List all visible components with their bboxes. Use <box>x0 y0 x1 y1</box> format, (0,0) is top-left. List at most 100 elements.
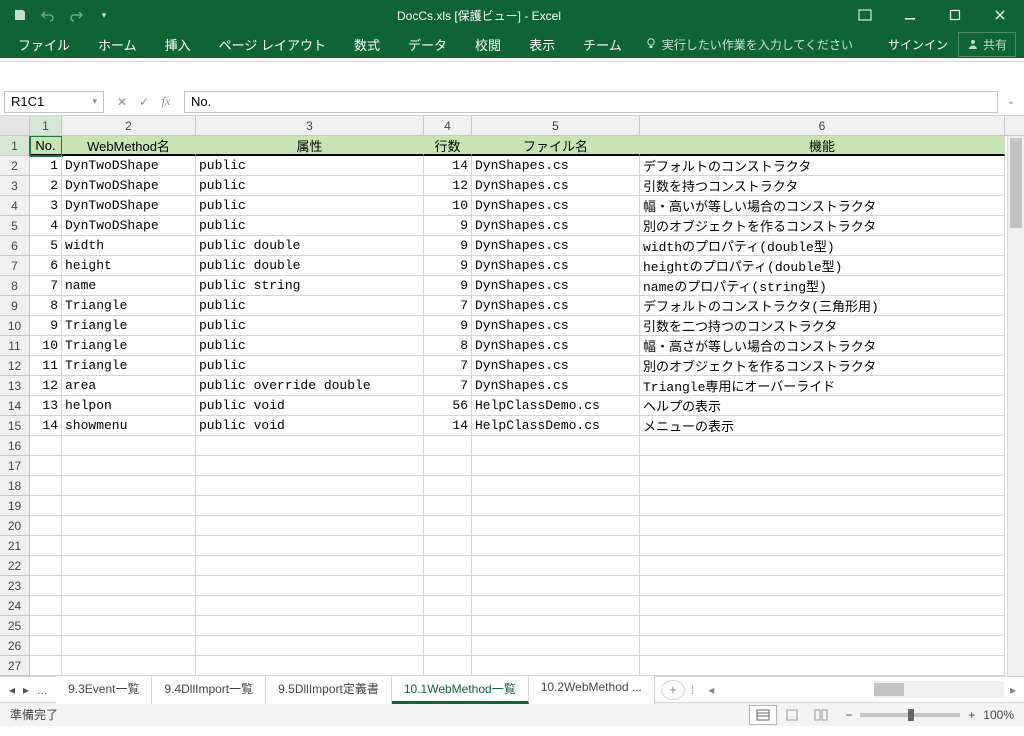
cell[interactable]: Triangle <box>62 356 196 376</box>
cell[interactable] <box>424 536 472 556</box>
cell[interactable] <box>30 616 62 636</box>
cell[interactable]: 11 <box>30 356 62 376</box>
row-header[interactable]: 6 <box>0 236 30 256</box>
cell[interactable] <box>424 516 472 536</box>
sheet-tab[interactable]: 10.1WebMethod一覧 <box>392 676 529 704</box>
share-button[interactable]: 共有 <box>958 32 1016 57</box>
cell[interactable]: HelpClassDemo.cs <box>472 396 640 416</box>
cell[interactable] <box>640 516 1005 536</box>
cell[interactable] <box>640 556 1005 576</box>
cell[interactable]: DynTwoDShape <box>62 176 196 196</box>
zoom-slider[interactable] <box>860 713 960 717</box>
row-header[interactable]: 17 <box>0 456 30 476</box>
cell[interactable] <box>472 576 640 596</box>
cell[interactable] <box>640 636 1005 656</box>
cell[interactable]: Triangle専用にオーバーライド <box>640 376 1005 396</box>
cell[interactable]: public <box>196 296 424 316</box>
expand-formula-bar-icon[interactable]: ⌄ <box>1002 96 1020 107</box>
cell[interactable]: DynShapes.cs <box>472 236 640 256</box>
row-header[interactable]: 25 <box>0 616 30 636</box>
sheet-next-icon[interactable]: ▸ <box>20 681 32 699</box>
cell[interactable] <box>62 656 196 676</box>
page-break-view-icon[interactable] <box>807 705 835 725</box>
cell[interactable] <box>424 656 472 676</box>
cell[interactable]: public <box>196 316 424 336</box>
row-header[interactable]: 9 <box>0 296 30 316</box>
cell[interactable] <box>424 616 472 636</box>
horizontal-scrollbar[interactable]: ◂ ▸ <box>700 681 1024 698</box>
cell[interactable]: widthのプロパティ(double型) <box>640 236 1005 256</box>
cell[interactable]: 9 <box>424 316 472 336</box>
cell[interactable] <box>196 496 424 516</box>
cell[interactable] <box>62 636 196 656</box>
row-header[interactable]: 26 <box>0 636 30 656</box>
cell[interactable] <box>424 456 472 476</box>
ribbon-tab[interactable]: 挿入 <box>151 30 205 58</box>
cell[interactable]: HelpClassDemo.cs <box>472 416 640 436</box>
cell[interactable]: area <box>62 376 196 396</box>
cell[interactable]: 4 <box>30 216 62 236</box>
row-header[interactable]: 14 <box>0 396 30 416</box>
cell[interactable] <box>640 476 1005 496</box>
cell[interactable]: 幅・高いが等しい場合のコンストラクタ <box>640 196 1005 216</box>
cell[interactable]: showmenu <box>62 416 196 436</box>
sheet-tab[interactable]: 10.2WebMethod ... <box>529 676 655 704</box>
cell[interactable] <box>62 616 196 636</box>
ribbon-tab[interactable]: 表示 <box>515 30 569 58</box>
cell[interactable]: 7 <box>424 356 472 376</box>
sheet-tab[interactable]: 9.3Event一覧 <box>56 676 152 704</box>
cell[interactable] <box>62 436 196 456</box>
column-header[interactable]: 5 <box>472 116 640 135</box>
cell[interactable]: DynShapes.cs <box>472 296 640 316</box>
cell[interactable]: Triangle <box>62 296 196 316</box>
cell[interactable]: DynShapes.cs <box>472 216 640 236</box>
cell[interactable]: public <box>196 336 424 356</box>
cancel-formula-icon[interactable]: ✕ <box>112 92 132 112</box>
cell[interactable] <box>196 636 424 656</box>
cell[interactable] <box>472 476 640 496</box>
cell[interactable]: デフォルトのコンストラクタ <box>640 156 1005 176</box>
cell[interactable]: 14 <box>424 156 472 176</box>
cell[interactable] <box>196 556 424 576</box>
cell[interactable]: 9 <box>30 316 62 336</box>
cell[interactable]: 1 <box>30 156 62 176</box>
cell[interactable] <box>472 656 640 676</box>
cell[interactable]: 6 <box>30 256 62 276</box>
ribbon-display-icon[interactable] <box>842 0 887 30</box>
cell[interactable] <box>62 456 196 476</box>
cell[interactable]: 7 <box>424 376 472 396</box>
cell[interactable] <box>424 636 472 656</box>
cell[interactable] <box>30 436 62 456</box>
cell[interactable]: 10 <box>424 196 472 216</box>
zoom-thumb[interactable] <box>908 709 914 721</box>
cell[interactable] <box>30 596 62 616</box>
cell[interactable]: ヘルプの表示 <box>640 396 1005 416</box>
cell[interactable] <box>640 596 1005 616</box>
cell[interactable] <box>472 436 640 456</box>
row-header[interactable]: 7 <box>0 256 30 276</box>
row-header[interactable]: 23 <box>0 576 30 596</box>
redo-icon[interactable] <box>64 3 88 27</box>
cell[interactable]: heightのプロパティ(double型) <box>640 256 1005 276</box>
cell[interactable]: デフォルトのコンストラクタ(三角形用) <box>640 296 1005 316</box>
cell[interactable]: height <box>62 256 196 276</box>
cell[interactable] <box>196 536 424 556</box>
cell[interactable]: 7 <box>30 276 62 296</box>
row-header[interactable]: 22 <box>0 556 30 576</box>
table-header-cell[interactable]: WebMethod名 <box>62 136 196 156</box>
undo-icon[interactable] <box>36 3 60 27</box>
cell[interactable] <box>640 616 1005 636</box>
minimize-icon[interactable] <box>887 0 932 30</box>
cell[interactable]: public void <box>196 416 424 436</box>
row-header[interactable]: 1 <box>0 136 30 156</box>
cell[interactable]: 幅・高さが等しい場合のコンストラクタ <box>640 336 1005 356</box>
cell[interactable] <box>30 636 62 656</box>
cell[interactable] <box>196 576 424 596</box>
ribbon-tab[interactable]: チーム <box>569 30 636 58</box>
cell[interactable]: 9 <box>424 256 472 276</box>
qat-customize-icon[interactable]: ▾ <box>92 3 116 27</box>
row-header[interactable]: 2 <box>0 156 30 176</box>
add-sheet-button[interactable]: + <box>661 680 685 700</box>
cell[interactable]: DynShapes.cs <box>472 156 640 176</box>
cell[interactable]: DynShapes.cs <box>472 196 640 216</box>
